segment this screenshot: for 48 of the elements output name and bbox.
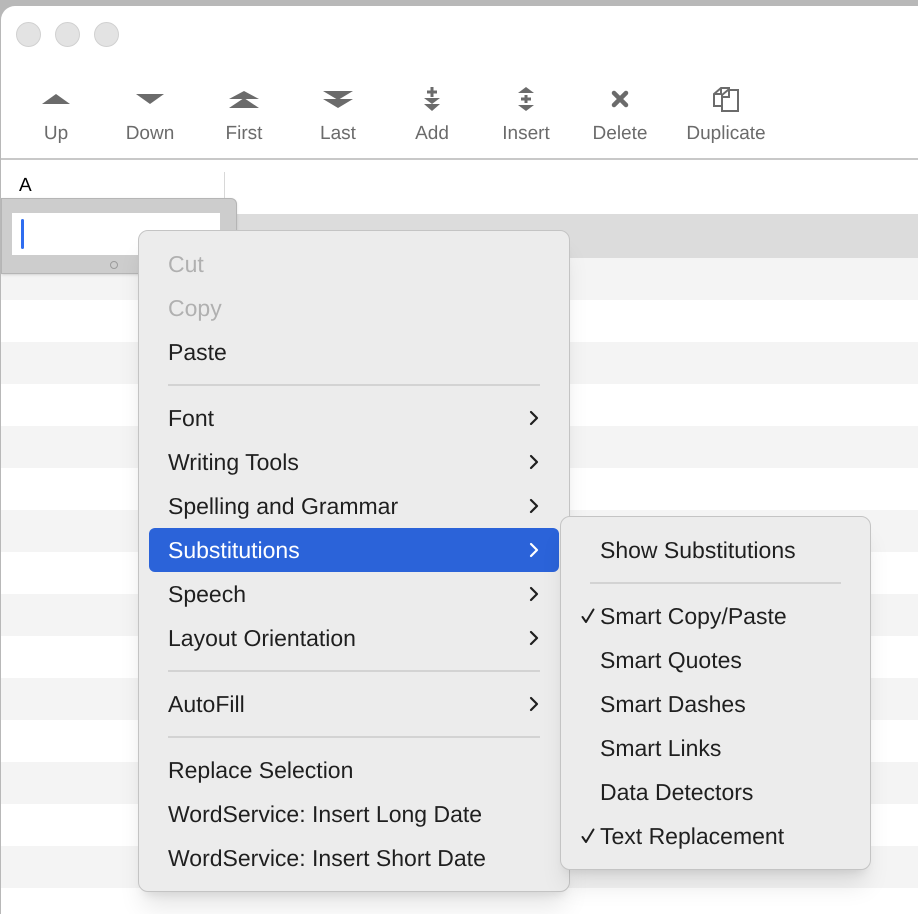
menu-item[interactable]: Paste [149, 330, 559, 374]
checkmark-icon [581, 608, 595, 624]
toolbar-button[interactable]: Add [385, 64, 479, 158]
chevron-right-icon [529, 696, 539, 712]
menu-item[interactable]: Text Replacement [571, 814, 860, 858]
menu-item[interactable]: Smart Links [571, 726, 860, 770]
toolbar-button[interactable]: Up [9, 64, 103, 158]
down-icon [136, 94, 164, 104]
last-icon [323, 90, 353, 108]
delete-icon [611, 90, 629, 108]
chevron-right-icon [529, 454, 539, 470]
menu-item[interactable]: Substitutions [149, 528, 559, 572]
menu-item[interactable]: Spelling and Grammar [149, 484, 559, 528]
toolbar-button[interactable]: First [197, 64, 291, 158]
insert-icon [517, 87, 535, 111]
toolbar-button[interactable]: Duplicate [667, 64, 785, 158]
first-icon [229, 90, 259, 108]
resize-handle[interactable] [110, 261, 118, 269]
menu-item[interactable]: AutoFill [149, 682, 559, 726]
menu-item[interactable]: Smart Copy/Paste [571, 594, 860, 638]
chevron-right-icon [529, 586, 539, 602]
menu-item[interactable]: Layout Orientation [149, 616, 559, 660]
window-control[interactable] [94, 22, 119, 47]
menu-item[interactable]: Data Detectors [571, 770, 860, 814]
toolbar-button[interactable]: Down [103, 64, 197, 158]
text-cursor [21, 219, 24, 249]
toolbar-button[interactable]: Delete [573, 64, 667, 158]
menu-item[interactable]: Smart Dashes [571, 682, 860, 726]
menu-item[interactable]: Replace Selection [149, 748, 559, 792]
menu-item[interactable]: Writing Tools [149, 440, 559, 484]
window-control[interactable] [16, 22, 41, 47]
duplicate-icon [711, 85, 741, 113]
checkmark-icon [581, 828, 595, 844]
menu-item[interactable]: Smart Quotes [571, 638, 860, 682]
chevron-right-icon [529, 630, 539, 646]
menu-item[interactable]: Font [149, 396, 559, 440]
menu-item[interactable]: WordService: Insert Long Date [149, 792, 559, 836]
menu-item[interactable]: Show Substitutions [571, 528, 860, 572]
up-icon [42, 94, 70, 104]
toolbar-button[interactable]: Insert [479, 64, 573, 158]
window-control[interactable] [55, 22, 80, 47]
add-icon [422, 87, 442, 111]
toolbar-button[interactable]: Last [291, 64, 385, 158]
chevron-right-icon [529, 498, 539, 514]
menu-item[interactable]: Speech [149, 572, 559, 616]
menu-item[interactable]: WordService: Insert Short Date [149, 836, 559, 880]
chevron-right-icon [529, 410, 539, 426]
chevron-right-icon [529, 542, 539, 558]
